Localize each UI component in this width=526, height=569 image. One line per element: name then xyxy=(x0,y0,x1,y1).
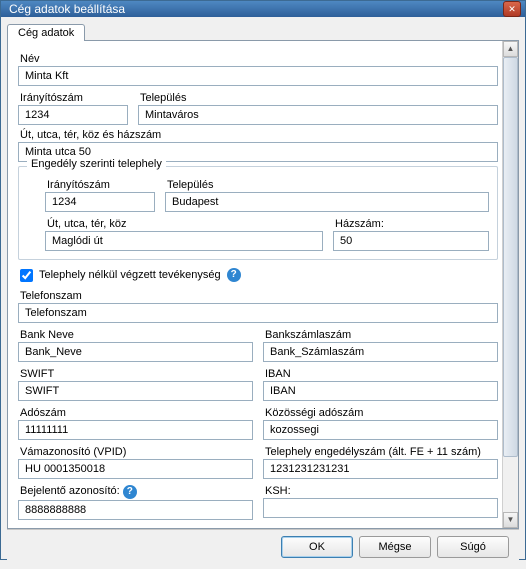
label-bank-name: Bank Neve xyxy=(20,329,253,341)
field-reporter-id[interactable] xyxy=(18,500,253,520)
close-button[interactable]: ✕ xyxy=(503,1,521,17)
tabstrip: Cég adatok xyxy=(7,23,519,40)
window-title: Cég adatok beállítása xyxy=(9,2,503,16)
label-permit-street: Út, utca, tér, köz xyxy=(47,218,323,230)
field-swift[interactable] xyxy=(18,381,253,401)
form-area: Név Irányítószám Település Út, utca, tér… xyxy=(18,49,498,520)
label-permit-zip: Irányítószám xyxy=(47,179,155,191)
vertical-scrollbar[interactable]: ▲ ▼ xyxy=(502,41,518,528)
group-permit-site: Engedély szerinti telephely Irányítószám… xyxy=(18,166,498,260)
help-icon[interactable]: ? xyxy=(123,485,137,499)
label-name: Név xyxy=(20,53,498,65)
field-name[interactable] xyxy=(18,66,498,86)
checkbox-no-site[interactable] xyxy=(20,269,33,282)
label-phone: Telefonszam xyxy=(20,290,498,302)
field-permit-house[interactable] xyxy=(333,231,489,251)
label-bank-account: Bankszámlaszám xyxy=(265,329,498,341)
field-permit-city[interactable] xyxy=(165,192,489,212)
group-legend: Engedély szerinti telephely xyxy=(27,158,166,170)
label-iban: IBAN xyxy=(265,368,498,380)
field-permit-street[interactable] xyxy=(45,231,323,251)
tab-company-data[interactable]: Cég adatok xyxy=(7,24,85,41)
label-zip: Irányítószám xyxy=(20,92,128,104)
field-iban[interactable] xyxy=(263,381,498,401)
scroll-track[interactable] xyxy=(503,57,518,512)
field-city[interactable] xyxy=(138,105,498,125)
label-reporter-id: Bejelentő azonosító: ? xyxy=(20,485,253,499)
help-icon[interactable]: ? xyxy=(227,268,241,282)
dialog-footer: OK Mégse Súgó xyxy=(7,529,519,563)
ok-button[interactable]: OK xyxy=(281,536,353,558)
field-phone[interactable] xyxy=(18,303,498,323)
label-no-site: Telephely nélkül végzett tevékenység xyxy=(39,269,221,281)
close-icon: ✕ xyxy=(508,4,516,14)
field-site-permit-no[interactable] xyxy=(263,459,498,479)
cancel-button[interactable]: Mégse xyxy=(359,536,431,558)
label-eu-tax: Közösségi adószám xyxy=(265,407,498,419)
field-permit-zip[interactable] xyxy=(45,192,155,212)
label-permit-house: Házszám: xyxy=(335,218,489,230)
field-vpid[interactable] xyxy=(18,459,253,479)
row-no-site: Telephely nélkül végzett tevékenység ? xyxy=(20,268,498,282)
label-vpid: Vámazonosító (VPID) xyxy=(20,446,253,458)
label-city: Település xyxy=(140,92,498,104)
scroll-down-button[interactable]: ▼ xyxy=(503,512,518,528)
field-zip[interactable] xyxy=(18,105,128,125)
label-permit-city: Település xyxy=(167,179,489,191)
scroll-thumb[interactable] xyxy=(503,57,518,457)
client-area: Cég adatok Név Irányítószám Település xyxy=(1,17,525,569)
label-street: Út, utca, tér, köz és házszám xyxy=(20,129,498,141)
field-eu-tax[interactable] xyxy=(263,420,498,440)
label-swift: SWIFT xyxy=(20,368,253,380)
help-button[interactable]: Súgó xyxy=(437,536,509,558)
label-tax: Adószám xyxy=(20,407,253,419)
field-ksh[interactable] xyxy=(263,498,498,518)
field-bank-name[interactable] xyxy=(18,342,253,362)
titlebar: Cég adatok beállítása ✕ xyxy=(1,1,525,17)
field-tax[interactable] xyxy=(18,420,253,440)
label-ksh: KSH: xyxy=(265,485,498,497)
tab-body: Név Irányítószám Település Út, utca, tér… xyxy=(7,40,519,529)
label-reporter-id-text: Bejelentő azonosító: xyxy=(20,485,120,497)
field-bank-account[interactable] xyxy=(263,342,498,362)
dialog-window: Cég adatok beállítása ✕ Cég adatok Név I… xyxy=(0,0,526,560)
scroll-up-button[interactable]: ▲ xyxy=(503,41,518,57)
label-site-permit-no: Telephely engedélyszám (ált. FE + 11 szá… xyxy=(265,446,498,458)
